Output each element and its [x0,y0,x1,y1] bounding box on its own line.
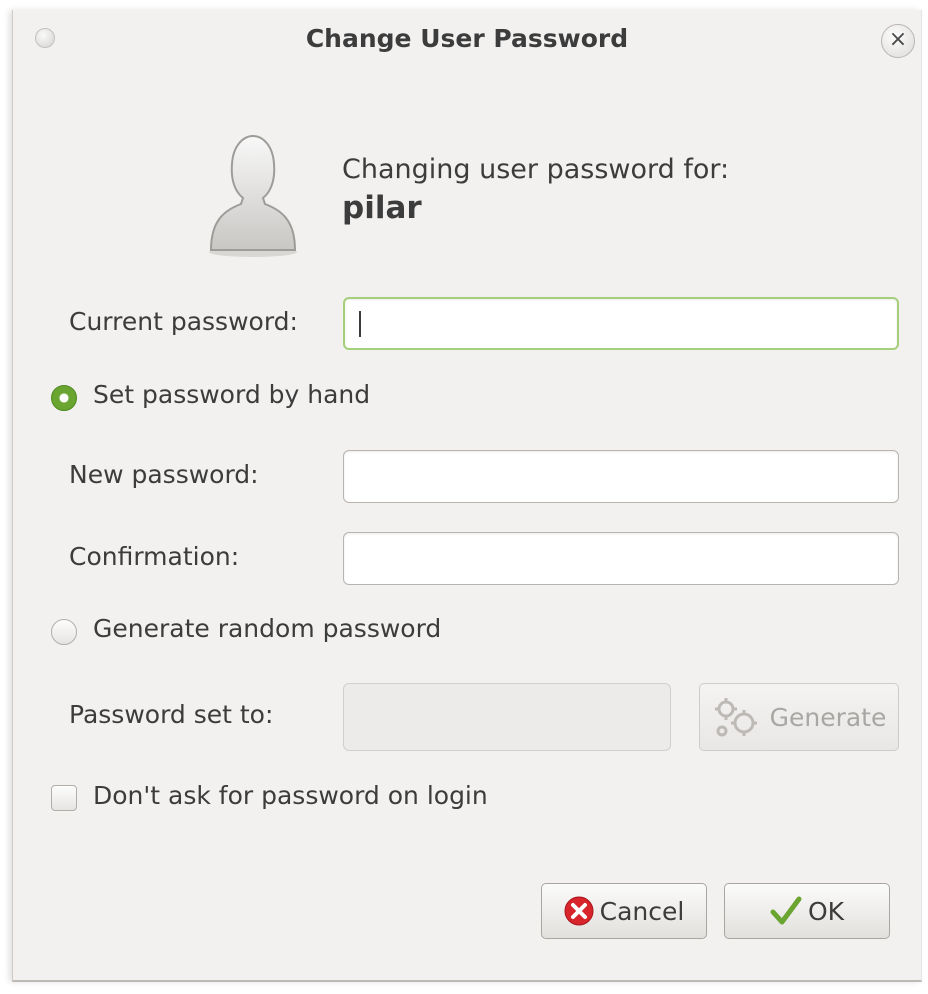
generate-random-label[interactable]: Generate random password [93,614,441,643]
set-by-hand-label[interactable]: Set password by hand [93,380,370,409]
cancel-button-label: Cancel [599,896,685,926]
generate-button-label: Generate [769,702,887,732]
confirmation-field[interactable] [343,532,899,585]
current-password-field[interactable] [343,297,899,350]
ok-button-label: OK [807,896,845,926]
cancel-button[interactable]: Cancel [541,883,707,939]
gears-icon [712,695,764,739]
window-title: Change User Password [305,24,629,53]
username-label: pilar [342,190,422,226]
close-button[interactable]: × [881,24,915,58]
password-set-to-field [343,683,671,751]
text-caret [359,311,361,337]
set-by-hand-radio[interactable] [51,385,77,411]
cancel-icon [564,896,594,926]
ok-button[interactable]: OK [724,883,890,939]
password-set-to-label: Password set to: [69,700,274,729]
new-password-label: New password: [69,460,259,489]
generate-random-radio[interactable] [51,619,77,645]
new-password-field[interactable] [343,450,899,503]
generate-button: Generate [699,683,899,751]
dont-ask-checkbox[interactable] [51,785,77,811]
changing-for-label: Changing user password for: [342,154,730,185]
change-password-dialog: Change User Password × Changing user pas… [12,10,922,982]
close-icon: × [888,27,908,52]
current-password-label: Current password: [69,307,298,336]
checkmark-icon [770,896,802,926]
dont-ask-label[interactable]: Don't ask for password on login [93,781,488,810]
confirmation-label: Confirmation: [69,542,240,571]
user-avatar-icon [203,128,303,258]
